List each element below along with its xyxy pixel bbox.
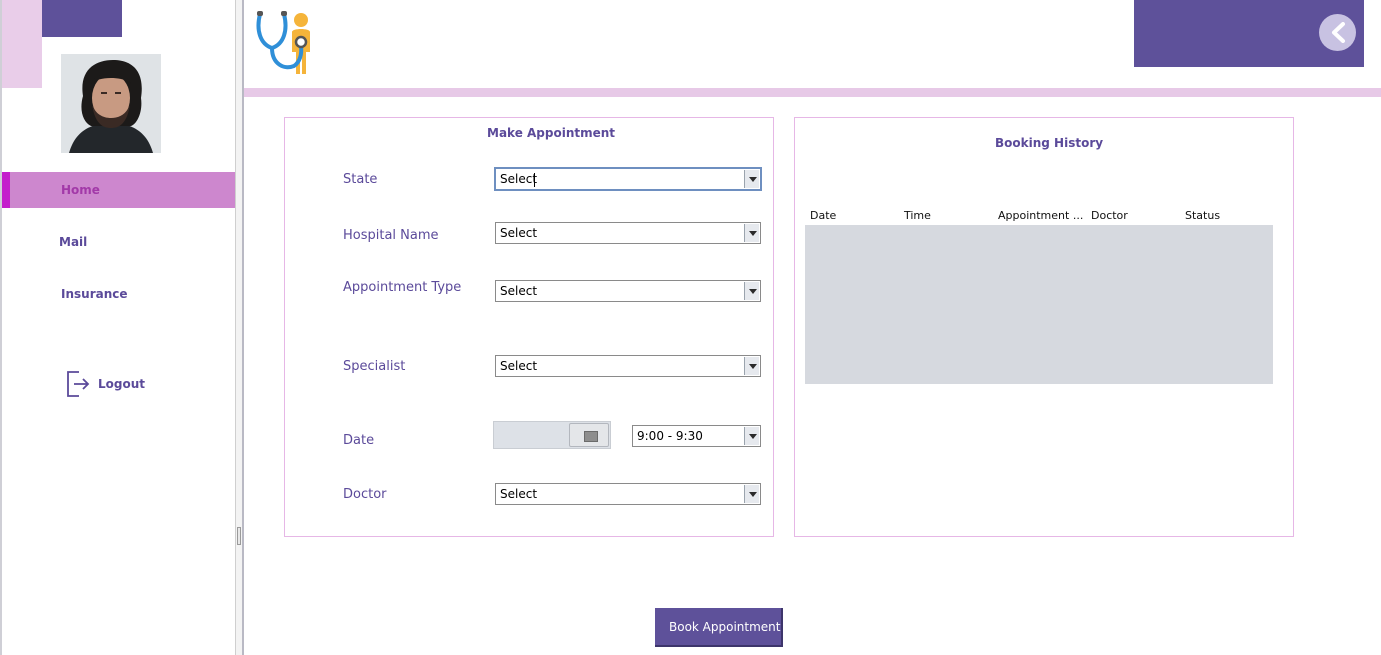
- chevron-down-icon: [744, 170, 759, 188]
- booking-history-table[interactable]: [805, 225, 1273, 384]
- sidebar-item-home[interactable]: Home: [2, 172, 235, 208]
- logout-button[interactable]: Logout: [66, 370, 176, 398]
- avatar: [61, 54, 161, 153]
- column-header-appointment[interactable]: Appointment ...: [998, 209, 1083, 222]
- sidebar-decoration-accent: [42, 0, 122, 37]
- chevron-down-icon: [744, 427, 759, 445]
- time-slot-select-value: 9:00 - 9:30: [637, 429, 703, 443]
- sidebar-item-insurance[interactable]: Insurance: [2, 276, 235, 312]
- appointment-type-select-value: Select: [500, 284, 538, 298]
- stethoscope-logo-icon: [254, 10, 316, 76]
- hospital-name-select-value: Select: [500, 226, 538, 240]
- specialist-select-value: Select: [500, 359, 538, 373]
- specialist-label: Specialist: [343, 359, 406, 374]
- make-appointment-title: Make Appointment: [487, 126, 616, 140]
- splitter[interactable]: [235, 0, 244, 655]
- hospital-name-label: Hospital Name: [343, 228, 439, 243]
- book-appointment-button[interactable]: Book Appointment: [655, 608, 783, 647]
- chevron-down-icon: [744, 485, 759, 503]
- sidebar-item-label: Home: [61, 183, 100, 197]
- sidebar-decoration: [2, 0, 42, 88]
- chevron-down-icon: [744, 224, 759, 242]
- header-divider: [244, 88, 1381, 97]
- book-appointment-label: Book Appointment: [669, 620, 781, 634]
- hospital-name-select[interactable]: Select: [495, 222, 761, 244]
- sidebar-item-label: Mail: [59, 235, 88, 249]
- back-button[interactable]: [1319, 14, 1356, 51]
- sidebar-item-mail[interactable]: Mail: [2, 224, 235, 260]
- sidebar-item-label: Insurance: [61, 287, 128, 301]
- appointment-type-select[interactable]: Select: [495, 280, 761, 302]
- appointment-type-label: Appointment Type: [343, 280, 462, 295]
- splitter-grip[interactable]: [237, 527, 241, 545]
- chevron-down-icon: [744, 282, 759, 300]
- booking-history-title: Booking History: [995, 136, 1104, 150]
- logout-icon: [66, 370, 92, 401]
- time-slot-select[interactable]: 9:00 - 9:30: [632, 425, 761, 447]
- specialist-select[interactable]: Select: [495, 355, 761, 377]
- state-label: State: [343, 172, 378, 187]
- date-label: Date: [343, 433, 375, 448]
- state-select[interactable]: Select: [494, 167, 762, 191]
- chevron-left-icon: [1329, 22, 1347, 47]
- state-select-value: Select: [500, 172, 538, 186]
- column-header-doctor[interactable]: Doctor: [1091, 209, 1128, 222]
- text-cursor: [534, 173, 535, 187]
- column-header-status[interactable]: Status: [1185, 209, 1220, 222]
- doctor-select-value: Select: [500, 487, 538, 501]
- column-header-time[interactable]: Time: [904, 209, 931, 222]
- logout-label: Logout: [98, 377, 146, 391]
- calendar-icon[interactable]: [569, 423, 609, 447]
- doctor-select[interactable]: Select: [495, 483, 761, 505]
- chevron-down-icon: [744, 357, 759, 375]
- doctor-label: Doctor: [343, 487, 387, 502]
- column-header-date[interactable]: Date: [810, 209, 836, 222]
